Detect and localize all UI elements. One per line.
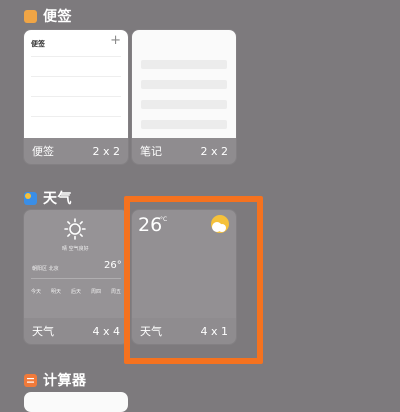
section-header-calculator: 计算器 [24, 370, 87, 390]
widget-info-bar: 笔记 2 x 2 [132, 138, 236, 164]
section-title: 计算器 [43, 373, 87, 389]
forecast-day: 后天 [70, 289, 81, 295]
section-title: 便签 [43, 9, 72, 25]
plus-icon: + [110, 33, 121, 48]
placeholder-bar [141, 80, 227, 89]
sun-icon [64, 218, 86, 240]
forecast-day: 今天 [30, 289, 41, 295]
weather-app-icon [24, 191, 37, 205]
memo-widget-preview: 便签 + [24, 30, 128, 138]
memo-preview-title: 便签 [31, 40, 45, 48]
widget-name: 便签 [32, 145, 54, 158]
widget-name: 笔记 [140, 145, 162, 158]
weather-temp: 26° [104, 260, 122, 271]
divider [31, 278, 121, 279]
widget-size: 2 x 2 [92, 144, 121, 158]
divider [31, 96, 121, 97]
widget-info-bar: 便签 2 x 2 [24, 138, 128, 164]
selection-highlight-frame [124, 196, 263, 364]
memo-widget-card[interactable]: 便签 + 便签 2 x 2 [24, 30, 128, 164]
section-title: 天气 [43, 191, 72, 207]
divider [31, 76, 121, 77]
notebook-widget-preview [132, 30, 236, 138]
section-header-notes: 便签 [24, 6, 72, 26]
placeholder-bar [141, 120, 227, 129]
weather-location: 朝阳区 北京 [32, 266, 59, 272]
calculator-widget-card[interactable] [24, 392, 128, 412]
widget-name: 天气 [32, 325, 54, 338]
widget-size: 2 x 2 [200, 144, 229, 158]
placeholder-bar [141, 60, 227, 69]
widget-size: 4 x 4 [92, 324, 121, 338]
section-header-weather: 天气 [24, 188, 72, 208]
placeholder-bar [141, 100, 227, 109]
weather-condition: 晴 空气良好 [62, 246, 89, 252]
weather-4x4-widget-card[interactable]: 晴 空气良好 朝阳区 北京 26° 今天 明天 后天 周四 周五 天气 4 x … [24, 210, 128, 344]
notes-app-icon [24, 9, 37, 23]
divider [31, 116, 121, 117]
weather-4x4-preview: 晴 空气良好 朝阳区 北京 26° 今天 明天 后天 周四 周五 [24, 210, 128, 318]
forecast-day: 周四 [90, 289, 101, 295]
notebook-widget-card[interactable]: 笔记 2 x 2 [132, 30, 236, 164]
calculator-app-icon [24, 373, 37, 387]
forecast-day: 周五 [110, 289, 121, 295]
divider [31, 56, 121, 57]
forecast-day: 明天 [50, 289, 61, 295]
widget-info-bar: 天气 4 x 4 [24, 318, 128, 344]
